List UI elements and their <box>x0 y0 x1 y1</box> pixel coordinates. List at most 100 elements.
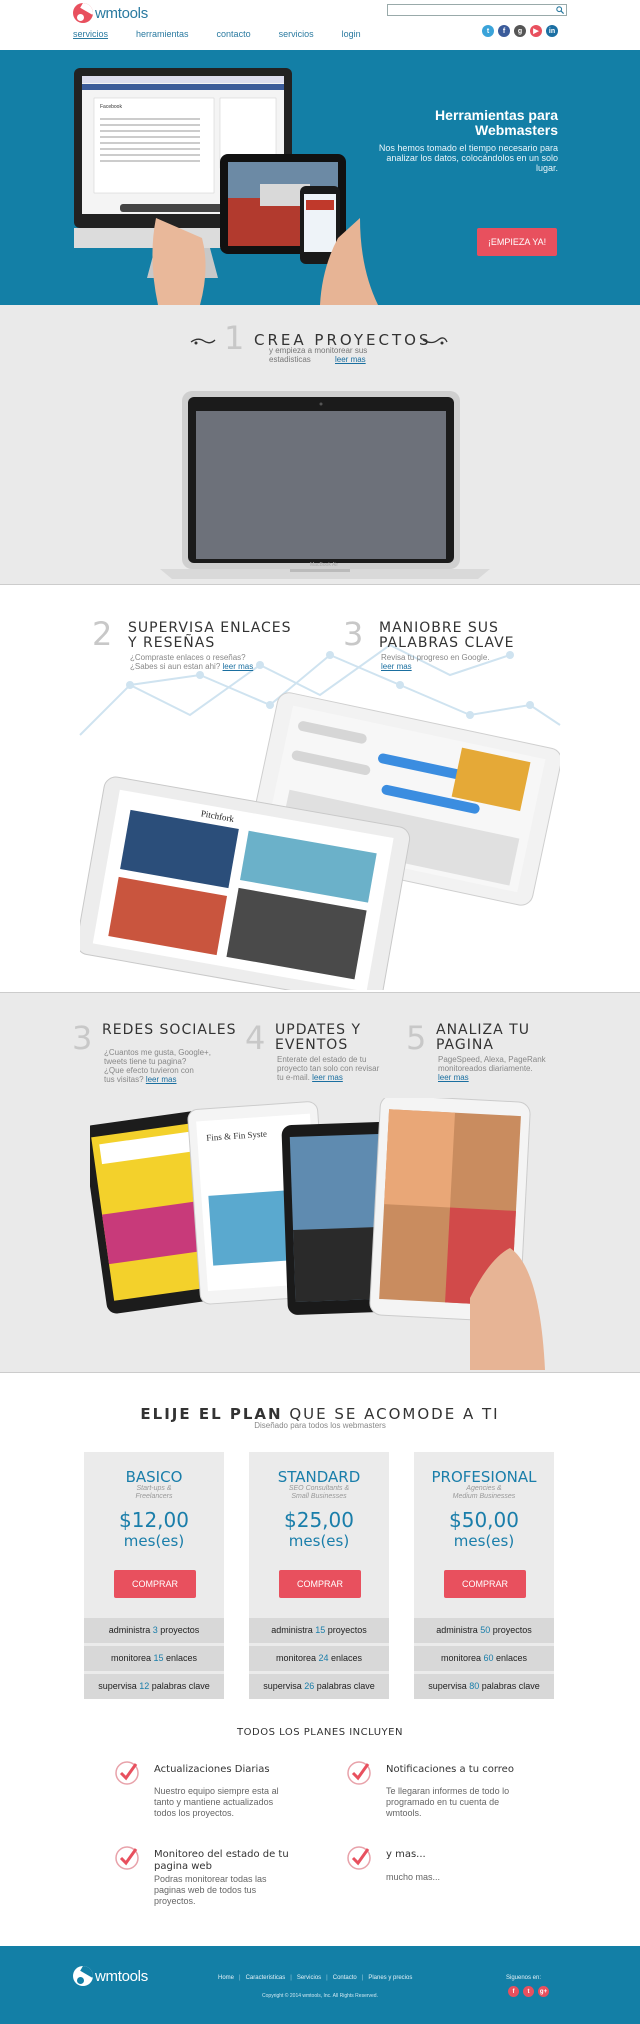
feature-title-line: ANALIZA TU <box>436 1022 530 1038</box>
footer-logo-text: wmtools <box>95 1967 148 1985</box>
search-input[interactable] <box>387 4 567 16</box>
plan-feature-row: administra 50 proyectos <box>414 1618 554 1643</box>
included-item-text: Te llegaran informes de todo lo programa… <box>386 1786 509 1819</box>
leer-mas-link[interactable]: leer mas <box>335 355 366 364</box>
row-count: 60 <box>483 1653 494 1663</box>
feature-subtitle-line: tweets tiene tu pagina? <box>104 1057 187 1066</box>
separator: | <box>361 1975 364 1981</box>
footer-links: Home | Caracteristicas | Servicios | Contac… <box>218 1975 412 1981</box>
row-post: enlaces <box>163 1653 198 1663</box>
logo-icon <box>73 1966 93 1986</box>
row-pre: supervisa <box>428 1681 470 1691</box>
swoosh-left-icon <box>190 338 216 345</box>
logo-text: wmtools <box>95 4 148 22</box>
macbook-image: MacBook Air <box>160 391 490 579</box>
comprar-button[interactable]: COMPRAR <box>114 1570 196 1598</box>
ipad-minis-image: Fins & Fin Syste <box>90 1098 545 1370</box>
footer-link-contacto[interactable]: Contacto <box>333 1975 357 1981</box>
separator: | <box>326 1975 328 1981</box>
leer-mas-link[interactable]: leer mas <box>312 1073 343 1082</box>
footer-link-servicios[interactable]: Servicios <box>297 1975 321 1981</box>
plan-price: $25,00 <box>284 1508 354 1532</box>
nav-item-contacto[interactable]: contacto <box>217 29 251 39</box>
included-item-line: wmtools. <box>386 1808 422 1818</box>
feature-subtitle-line: ¿Sabes si aun estan ahi? <box>130 662 221 671</box>
footer-link-caracteristicas[interactable]: Caracteristicas <box>246 1975 286 1981</box>
googleplus-icon[interactable]: g+ <box>538 1986 549 1997</box>
hero-cta-button[interactable]: ¡EMPIEZA YA! <box>477 228 557 256</box>
feature-subtitle-line: tu e-mail. <box>277 1073 310 1082</box>
included-item: Actualizaciones Diarias Nuestro equipo s… <box>114 1760 304 1830</box>
twitter-icon[interactable]: t <box>523 1986 534 1997</box>
check-icon <box>115 1761 139 1785</box>
row-pre: monitorea <box>110 1653 154 1663</box>
row-pre: administra <box>271 1625 316 1635</box>
feature-subtitle: ¿Cuantos me gusta, Google+, tweets tiene… <box>104 1048 211 1084</box>
row-post: palabras clave <box>314 1681 375 1691</box>
check-icon <box>115 1846 139 1870</box>
separator: | <box>239 1975 241 1981</box>
leer-mas-link[interactable]: leer mas <box>146 1075 177 1084</box>
included-item-title: y mas... <box>386 1849 426 1860</box>
feature-number: 1 <box>224 319 245 357</box>
plan-feature-row: supervisa 12 palabras clave <box>84 1674 224 1699</box>
comprar-button[interactable]: COMPRAR <box>279 1570 361 1598</box>
leer-mas-link[interactable]: leer mas <box>381 662 412 671</box>
feature-number: 3 <box>343 615 364 653</box>
nav-item-servicios[interactable]: servicios <box>73 29 108 39</box>
nav-item-herramientas[interactable]: herramientas <box>136 29 189 39</box>
footer-link-home[interactable]: Home <box>218 1975 234 1981</box>
included-item-line: tanto y mantiene actualizados <box>154 1797 274 1807</box>
plan-audience-line: Agencies & <box>466 1485 502 1492</box>
separator: | <box>290 1975 292 1981</box>
search-icon[interactable] <box>556 6 564 14</box>
footer-link-planes[interactable]: Planes y precios <box>368 1975 412 1981</box>
feature-number: 2 <box>92 615 113 653</box>
included-item-text: Podras monitorear todas las paginas web … <box>154 1874 267 1907</box>
plan-feature-row: monitorea 60 enlaces <box>414 1646 554 1671</box>
linkedin-icon[interactable]: in <box>546 25 558 37</box>
feature-title-line: UPDATES Y <box>275 1022 361 1038</box>
logo[interactable]: wmtools <box>73 2 148 24</box>
main-nav: servicios herramientas contacto servicio… <box>73 29 389 39</box>
plan-feature-row: monitorea 24 enlaces <box>249 1646 389 1671</box>
facebook-icon[interactable]: f <box>508 1986 519 1997</box>
footer-follow-label: Siguenos en: <box>506 1975 542 1981</box>
feature-subtitle: PageSpeed, Alexa, PageRank monitoreados … <box>438 1055 546 1082</box>
row-count: 80 <box>469 1681 480 1691</box>
row-post: palabras clave <box>479 1681 540 1691</box>
footer: wmtools Home | Caracteristicas | Servicios… <box>0 1946 640 2024</box>
plan-name: STANDARD <box>277 1468 361 1486</box>
plan-feature-row: supervisa 80 palabras clave <box>414 1674 554 1699</box>
feature-subtitle: ¿Compraste enlaces o reseñas? ¿Sabes si … <box>130 653 253 671</box>
comprar-button[interactable]: COMPRAR <box>444 1570 526 1598</box>
leer-mas-link[interactable]: leer mas <box>438 1073 469 1082</box>
row-count: 24 <box>318 1653 329 1663</box>
feature-title: UPDATES Y EVENTOS <box>275 1023 361 1053</box>
facebook-icon[interactable]: f <box>498 25 510 37</box>
leer-mas-link[interactable]: leer mas <box>223 662 254 671</box>
nav-item-servicios-2[interactable]: servicios <box>279 29 314 39</box>
hero-title: Herramientas para Webmasters <box>435 107 558 138</box>
included-item-line: mucho mas... <box>386 1872 441 1882</box>
row-post: enlaces <box>328 1653 363 1663</box>
footer-logo[interactable]: wmtools <box>73 1966 148 1986</box>
swoosh-right-icon <box>422 337 448 345</box>
feature-subtitle-line: ¿Cuantos me gusta, Google+, <box>104 1048 211 1057</box>
feature-title-line: Y RESEÑAS <box>128 635 216 651</box>
row-count: 15 <box>315 1625 326 1635</box>
plan-name: BASICO <box>125 1468 183 1486</box>
nav-item-login[interactable]: login <box>342 29 361 39</box>
youtube-icon[interactable]: ▶ <box>530 25 542 37</box>
included-title: TODOS LOS PLANES INCLUYEN <box>237 1727 403 1738</box>
plan-audience: SEO Consultants & Small Businesses <box>249 1485 389 1501</box>
plan-audience-line: Start-ups & <box>136 1485 172 1492</box>
row-pre: monitorea <box>440 1653 484 1663</box>
github-icon[interactable]: g <box>514 25 526 37</box>
included-item-line: todos los proyectos. <box>154 1808 235 1818</box>
plan-feature-row: administra 3 proyectos <box>84 1618 224 1643</box>
page: wmtools servicios herramientas contacto … <box>0 0 640 2024</box>
twitter-icon[interactable]: t <box>482 25 494 37</box>
included-item-line: paginas web de todos tus <box>154 1885 257 1895</box>
row-count: 50 <box>480 1625 491 1635</box>
